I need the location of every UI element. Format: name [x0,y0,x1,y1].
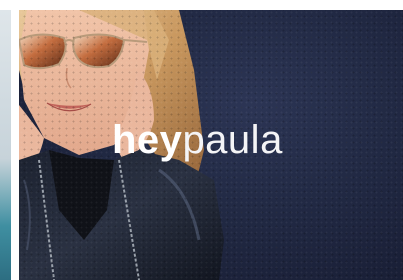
brand-logo-hey: hey [112,118,183,162]
brand-logo: heypaula [112,120,283,160]
brand-logo-paula: paula [182,118,283,162]
adjacent-card-edge [0,10,11,280]
hero-card[interactable]: heypaula [19,10,403,280]
